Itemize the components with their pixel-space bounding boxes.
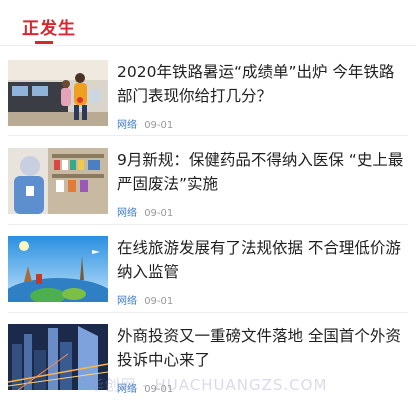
news-headline[interactable]: 9月新规：保健药品不得纳入医保 “史上最严固废法”实施 [117, 148, 409, 196]
news-thumbnail[interactable] [8, 60, 108, 126]
news-headline[interactable]: 在线旅游发展有了法规依据 不合理低价游纳入监管 [117, 236, 409, 284]
divider [8, 224, 408, 225]
news-thumbnail[interactable] [8, 148, 108, 214]
news-source: 网络 [117, 120, 137, 131]
news-item[interactable]: 在线旅游发展有了法规依据 不合理低价游纳入监管 网络 09-01 [0, 236, 416, 324]
divider [8, 135, 408, 136]
section-header: 正发生 [0, 0, 416, 46]
news-thumbnail[interactable] [8, 236, 108, 302]
news-date: 09-01 [144, 208, 174, 219]
site-watermark: 华创网 - HUACHUANGZS.COM [88, 376, 328, 394]
pharmacy-photo-icon [8, 148, 108, 214]
news-meta: 网络 09-01 [117, 204, 173, 219]
news-item[interactable]: 外商投资又一重磅文件落地 全国首个外资投诉中心来了 网络 09-01 [0, 324, 416, 409]
railway-station-photo-icon [8, 60, 108, 126]
section-title: 正发生 [22, 19, 76, 39]
news-date: 09-01 [144, 120, 174, 131]
section-title-underline [35, 41, 53, 44]
news-headline[interactable]: 外商投资又一重磅文件落地 全国首个外资投诉中心来了 [117, 324, 409, 372]
divider [8, 312, 408, 313]
news-date: 09-01 [144, 296, 174, 307]
news-source: 网络 [117, 296, 137, 307]
news-meta: 网络 09-01 [117, 116, 173, 131]
news-headline[interactable]: 2020年铁路暑运“成绩单”出炉 今年铁路部门表现你给打几分？ [117, 60, 409, 108]
travel-globe-photo-icon [8, 236, 108, 302]
news-meta: 网络 09-01 [117, 292, 173, 307]
news-source: 网络 [117, 208, 137, 219]
news-item[interactable]: 9月新规：保健药品不得纳入医保 “史上最严固废法”实施 网络 09-01 [0, 148, 416, 236]
